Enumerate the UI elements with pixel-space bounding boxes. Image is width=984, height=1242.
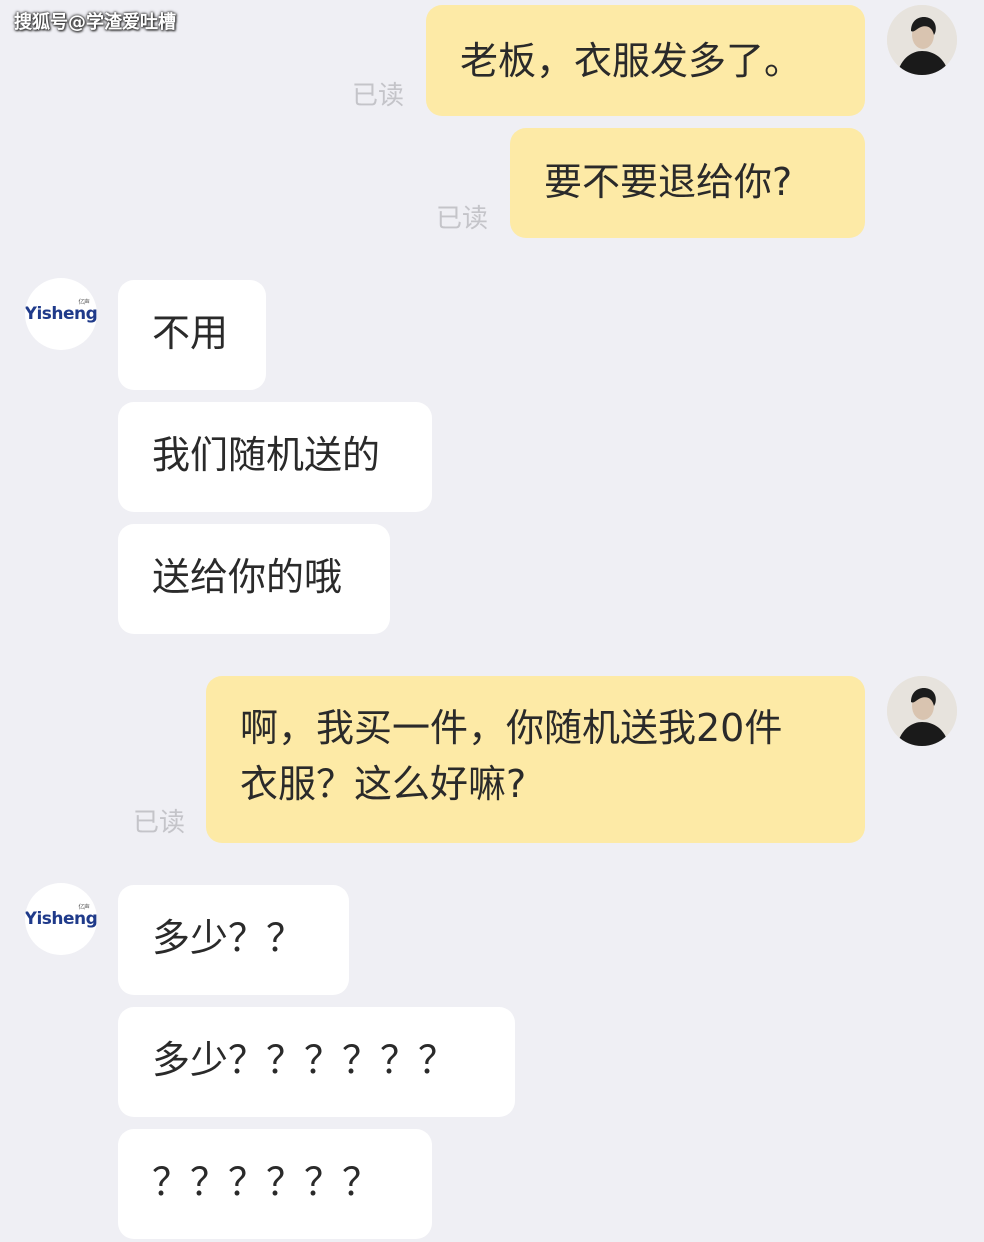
message-text-line: 衣服？这么好嘛?	[240, 762, 527, 806]
shop-logo: Yisheng 亿声	[25, 904, 97, 929]
message-bubble-received[interactable]: 我们随机送的	[118, 402, 432, 512]
message-bubble-received[interactable]: 多少？？？？？？	[118, 1007, 515, 1117]
message-text: 多少？？	[152, 916, 305, 960]
message-bubble-received[interactable]: ？？？？？？	[118, 1129, 432, 1239]
message-text: 不用	[152, 311, 229, 355]
message-bubble-sent[interactable]: 老板，衣服发多了。	[426, 5, 865, 116]
message-text: 多少？？？？？？	[152, 1038, 457, 1082]
shop-logo: Yisheng 亿声	[25, 299, 97, 324]
message-text: 我们随机送的	[152, 433, 381, 477]
message-text: ？？？？？？	[152, 1160, 381, 1204]
message-bubble-sent[interactable]: 啊，我买一件，你随机送我20件 衣服？这么好嘛?	[206, 676, 865, 843]
message-bubble-received[interactable]: 多少？？	[118, 885, 349, 995]
read-status: 已读	[352, 81, 405, 111]
user-avatar[interactable]	[887, 676, 957, 746]
message-text: 送给你的哦	[152, 555, 343, 599]
shop-avatar[interactable]: Yisheng 亿声	[25, 278, 97, 350]
message-text: 老板，衣服发多了。	[460, 39, 803, 83]
message-bubble-received[interactable]: 不用	[118, 280, 266, 390]
watermark: 搜狐号@学渣爱吐槽	[14, 12, 176, 33]
read-status: 已读	[133, 808, 186, 838]
message-text-line: 啊，我买一件，你随机送我20件	[240, 706, 783, 750]
message-text: 要不要退给你?	[544, 160, 793, 204]
user-avatar[interactable]	[887, 5, 957, 75]
message-bubble-received[interactable]: 送给你的哦	[118, 524, 390, 634]
shop-avatar[interactable]: Yisheng 亿声	[25, 883, 97, 955]
message-bubble-sent[interactable]: 要不要退给你?	[510, 128, 865, 238]
read-status: 已读	[436, 204, 489, 234]
